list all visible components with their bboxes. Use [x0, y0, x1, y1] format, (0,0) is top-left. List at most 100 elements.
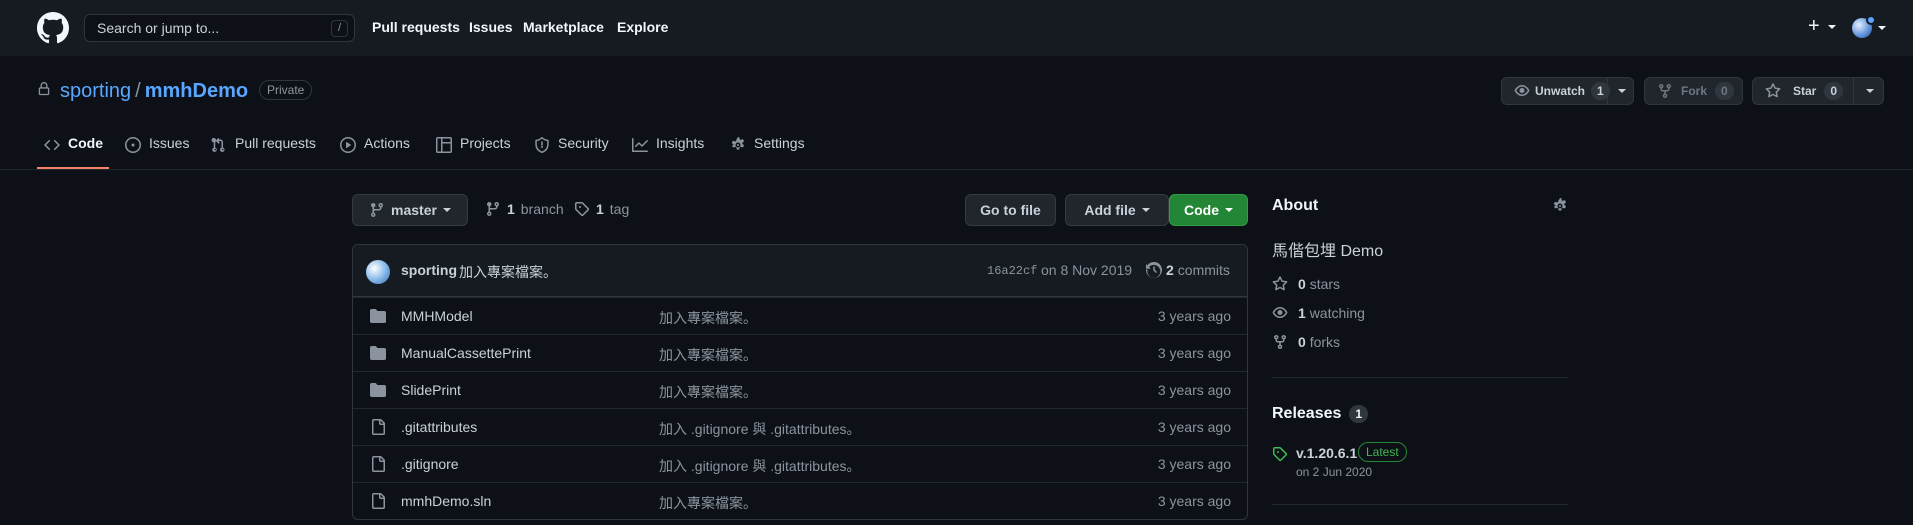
file-row[interactable]: MMHModel 加入專案檔案。 3 years ago: [353, 297, 1247, 334]
fork-button[interactable]: Fork 0: [1644, 77, 1743, 105]
latest-badge: Latest: [1358, 442, 1407, 462]
file-row[interactable]: .gitignore 加入 .gitignore 與 .gitattribute…: [353, 445, 1247, 482]
forks-link[interactable]: 0 forks: [1272, 334, 1340, 350]
commit-sha[interactable]: 16a22cf: [987, 264, 1037, 278]
file-row[interactable]: .gitattributes 加入 .gitignore 與 .gitattri…: [353, 408, 1247, 445]
file-name[interactable]: ManualCassettePrint: [401, 345, 531, 361]
code-button-label: Code: [1184, 202, 1219, 218]
file-age: 3 years ago: [1157, 493, 1231, 509]
watchers-link[interactable]: 1 watching: [1272, 305, 1365, 321]
tag-count-label: tag: [609, 201, 630, 217]
tab-security[interactable]: Security: [534, 135, 609, 169]
nav-explore[interactable]: Explore: [617, 19, 668, 35]
releases-heading[interactable]: Releases 1: [1272, 405, 1369, 423]
commit-message[interactable]: 加入專案檔案。: [459, 262, 557, 282]
file-name[interactable]: .gitignore: [401, 456, 459, 472]
file-age: 3 years ago: [1157, 382, 1231, 398]
chevron-down-icon: [1141, 208, 1150, 212]
watching-label: watching: [1309, 305, 1365, 321]
file-commit-message[interactable]: 加入專案檔案。: [659, 493, 757, 513]
file-age: 3 years ago: [1157, 308, 1231, 324]
unwatch-label: Unwatch: [1535, 84, 1586, 98]
eye-icon: [1514, 83, 1530, 99]
tab-label: Settings: [754, 135, 805, 151]
repo-owner-link[interactable]: sporting: [60, 80, 131, 102]
add-file-label: Add file: [1084, 202, 1136, 218]
file-icon: [370, 493, 386, 509]
github-logo-icon[interactable]: [37, 12, 69, 44]
file-row[interactable]: ManualCassettePrint 加入專案檔案。 3 years ago: [353, 334, 1247, 371]
tab-label: Pull requests: [235, 135, 316, 151]
search-input[interactable]: Search or jump to... /: [84, 14, 355, 42]
file-icon: [370, 456, 386, 472]
repo-description: 馬偕包埋 Demo: [1272, 243, 1384, 260]
release-date: on 2 Jun 2020: [1296, 465, 1373, 479]
file-commit-message[interactable]: 加入專案檔案。: [659, 382, 757, 402]
star-label: Star: [1793, 84, 1817, 98]
tab-settings[interactable]: Settings: [730, 135, 805, 169]
forks-label: forks: [1309, 334, 1341, 350]
shield-icon: [534, 135, 550, 153]
commit-author[interactable]: sporting: [401, 262, 457, 278]
code-button[interactable]: Code: [1169, 194, 1248, 226]
fork-icon: [1657, 83, 1673, 99]
tags-link[interactable]: 1 tag: [574, 201, 629, 217]
go-to-file-button[interactable]: Go to file: [965, 194, 1056, 226]
file-commit-message[interactable]: 加入專案檔案。: [659, 345, 757, 365]
nav-pull-requests[interactable]: Pull requests: [372, 19, 460, 35]
tab-label: Actions: [364, 135, 410, 151]
notification-indicator[interactable]: [1866, 15, 1876, 25]
branch-icon: [485, 201, 501, 217]
history-icon: [1146, 262, 1162, 278]
nav-marketplace[interactable]: Marketplace: [523, 19, 604, 35]
tab-pull-requests[interactable]: Pull requests: [211, 135, 316, 169]
search-placeholder: Search or jump to...: [97, 20, 220, 36]
sidebar-divider: [1272, 504, 1568, 505]
file-age: 3 years ago: [1157, 345, 1231, 361]
stars-link[interactable]: 0 stars: [1272, 276, 1340, 292]
tab-code[interactable]: Code: [44, 135, 103, 169]
star-button[interactable]: Star 0: [1752, 77, 1884, 105]
file-name[interactable]: mmhDemo.sln: [401, 493, 491, 509]
add-file-button[interactable]: Add file: [1065, 194, 1169, 226]
tab-actions[interactable]: Actions: [340, 135, 410, 169]
visibility-badge: Private: [259, 80, 313, 100]
graph-icon: [632, 135, 648, 153]
file-icon: [370, 419, 386, 435]
avatar[interactable]: [366, 260, 390, 284]
file-row[interactable]: SlidePrint 加入專案檔案。 3 years ago: [353, 371, 1247, 408]
commits-link[interactable]: 2 commits: [1146, 262, 1230, 278]
unwatch-button[interactable]: Unwatch 1: [1501, 77, 1634, 105]
branches-link[interactable]: 1 branch: [485, 201, 564, 217]
forks-count: 0: [1298, 334, 1306, 350]
nav-issues[interactable]: Issues: [469, 19, 513, 35]
search-shortcut-hint: /: [331, 20, 348, 37]
chevron-down-icon[interactable]: [1866, 89, 1874, 93]
tab-label: Code: [68, 135, 103, 151]
release-tag-link[interactable]: v.1.20.6.1: [1296, 445, 1357, 461]
repo-name-link[interactable]: mmhDemo: [145, 80, 248, 102]
stars-count: 0: [1298, 276, 1306, 292]
branch-select-button[interactable]: master: [352, 194, 468, 226]
folder-icon: [370, 308, 386, 324]
file-row[interactable]: mmhDemo.sln 加入專案檔案。 3 years ago: [353, 482, 1247, 519]
file-commit-message[interactable]: 加入專案檔案。: [659, 308, 757, 328]
tab-insights[interactable]: Insights: [632, 135, 704, 169]
tab-label: Issues: [149, 135, 190, 151]
file-name[interactable]: MMHModel: [401, 308, 473, 324]
branch-name: master: [391, 202, 437, 218]
tag-icon: [574, 201, 590, 217]
file-commit-message[interactable]: 加入 .gitignore 與 .gitattributes。: [659, 419, 861, 439]
tab-label: Security: [558, 135, 609, 151]
fork-icon: [1272, 334, 1288, 350]
file-name[interactable]: SlidePrint: [401, 382, 461, 398]
chevron-down-icon[interactable]: [1618, 89, 1626, 93]
tab-issues[interactable]: Issues: [125, 135, 189, 169]
file-commit-message[interactable]: 加入 .gitignore 與 .gitattributes。: [659, 456, 861, 476]
file-name[interactable]: .gitattributes: [401, 419, 477, 435]
create-new-menu[interactable]: +: [1808, 16, 1837, 36]
tab-projects[interactable]: Projects: [436, 135, 511, 169]
folder-icon: [370, 345, 386, 361]
gear-icon[interactable]: [1552, 198, 1568, 214]
chevron-down-icon: [1225, 208, 1233, 212]
